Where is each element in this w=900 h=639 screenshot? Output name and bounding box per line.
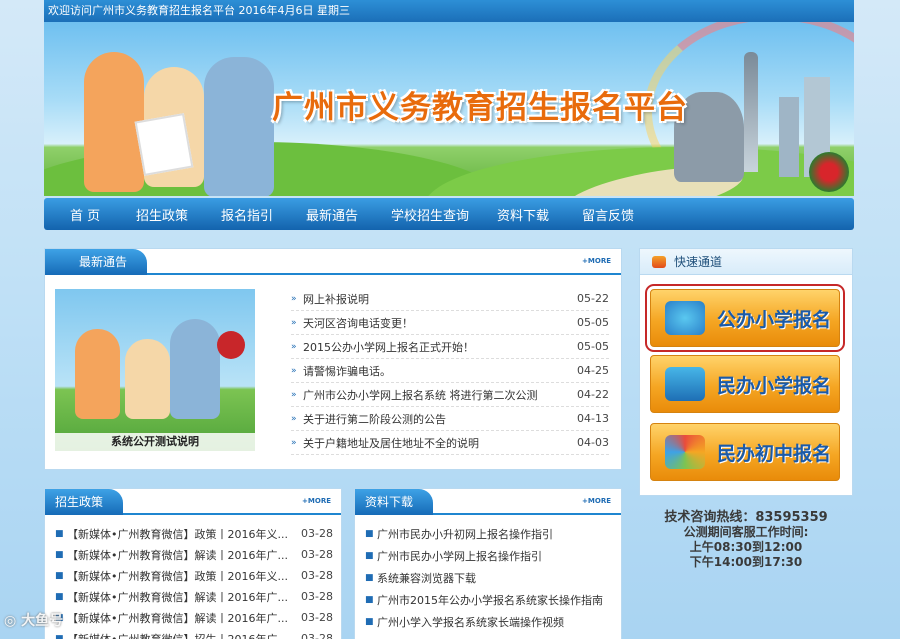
list-item[interactable]: ■ 广州市2015年公办小学报名系统家长操作指南 <box>365 589 613 611</box>
policy-list: ■ 【新媒体•广州教育微信】政策丨2016年义... 03-28 ■ 【新媒体•广州教… <box>55 523 333 639</box>
nav-item-home[interactable]: 首 页 <box>44 205 110 224</box>
image-figure-father <box>170 319 220 419</box>
policy-panel-header: 招生政策 +MORE <box>45 489 341 515</box>
news-panel-title: 最新通告 <box>45 249 148 275</box>
list-item[interactable]: ■ 【新媒体•广州教育微信】解读丨2016年广... 03-28 <box>55 607 333 628</box>
news-panel-header: 最新通告 +MORE <box>45 249 621 275</box>
list-item[interactable]: » 2015公办小学网上报名正式开始！ 05-05 <box>291 335 609 359</box>
image-figure-mother <box>75 329 120 419</box>
bullet-icon: » <box>291 437 297 448</box>
list-item[interactable]: ■ 【新媒体•广州教育微信】招生丨2016年广... 03-28 <box>55 628 333 639</box>
site-title: 广州市义务教育招生报名平台 <box>272 90 688 126</box>
square-bullet-icon: ■ <box>55 570 64 581</box>
private-middle-registration-button[interactable]: 民办初中报名 <box>650 423 840 481</box>
book-icon <box>665 367 705 401</box>
bullet-icon: » <box>291 413 297 424</box>
welcome-text: 欢迎访问广州市义务教育招生报名平台 2016年4月6日 星期三 <box>48 4 350 17</box>
square-bullet-icon: ■ <box>55 549 64 560</box>
list-item[interactable]: ■ 广州市民办小升初网上报名操作指引 <box>365 523 613 545</box>
nav-item-notices[interactable]: 最新通告 <box>280 205 365 224</box>
quick-access-panel: 快速通道 公办小学报名 民办小学报名 民办初中报名 <box>639 248 853 496</box>
square-bullet-icon: ■ <box>365 529 374 539</box>
bullet-icon: » <box>291 341 297 352</box>
policy-panel-title: 招生政策 <box>45 489 124 515</box>
hotline-afternoon-hours: 下午14:00到17:30 <box>689 555 803 569</box>
watermark: ◎ 大鱼号 <box>4 610 63 630</box>
quick-access-header: 快速通道 <box>640 249 852 275</box>
quick-access-title: 快速通道 <box>674 255 723 269</box>
downloads-panel-header: 资料下载 +MORE <box>355 489 621 515</box>
news-image-caption[interactable]: 系统公开测试说明 <box>55 433 255 451</box>
bullet-icon: » <box>291 293 297 304</box>
hotline-number: 技术咨询热线：83595359 <box>664 510 828 525</box>
list-item[interactable]: ■ 【新媒体•广州教育微信】解读丨2016年广... 03-28 <box>55 586 333 607</box>
support-hotline: 技术咨询热线：83595359 公测期间客服工作时间: 上午08:30到12:0… <box>639 510 853 570</box>
square-bullet-icon: ■ <box>365 595 374 605</box>
nav-item-guide[interactable]: 报名指引 <box>195 205 280 224</box>
downloads-more-link[interactable]: +MORE <box>582 497 611 505</box>
list-item[interactable]: ■ 系统兼容浏览器下载 <box>365 567 613 589</box>
square-bullet-icon: ■ <box>365 573 374 583</box>
policy-panel: 招生政策 +MORE ■ 【新媒体•广州教育微信】政策丨2016年义... 03-2… <box>44 488 342 639</box>
list-item[interactable]: ■ 广州小学入学报名系统家长端操作视频 <box>365 611 613 633</box>
downloads-panel-title: 资料下载 <box>355 489 434 515</box>
nav-item-feedback[interactable]: 留言反馈 <box>556 205 641 224</box>
hotline-morning-hours: 上午08:30到12:00 <box>689 540 803 554</box>
quick-access-icon <box>652 256 666 268</box>
news-list: » 网上补报说明 05-22 » 天河区咨询电话变更！ 05-05 » 2015公办小学网… <box>291 287 609 455</box>
downloads-list: ■ 广州市民办小升初网上报名操作指引 ■ 广州市民办小学网上报名操作指引 ■ 系统兼容… <box>365 523 613 633</box>
list-item[interactable]: » 关于进行第二阶段公测的公告 04-13 <box>291 407 609 431</box>
news-feature-image[interactable]: 系统公开测试说明 <box>55 289 255 451</box>
bullet-icon: » <box>291 389 297 400</box>
square-bullet-icon: ■ <box>55 528 64 539</box>
policy-more-link[interactable]: +MORE <box>302 497 331 505</box>
list-item[interactable]: ■ 【新媒体•广州教育微信】政策丨2016年义... 03-28 <box>55 523 333 544</box>
image-figure-child <box>125 339 170 419</box>
watermark-logo-icon: ◎ <box>4 613 22 629</box>
downloads-panel: 资料下载 +MORE ■ 广州市民办小升初网上报名操作指引 ■ 广州市民办小学网上报… <box>354 488 622 639</box>
nav-item-school-search[interactable]: 学校招生查询 <box>365 205 471 224</box>
list-item[interactable]: » 关于户籍地址及居住地址不全的说明 04-03 <box>291 431 609 455</box>
kapok-flowers-graphic <box>809 152 849 192</box>
news-panel: 最新通告 +MORE 系统公开测试说明 » 网上补报说明 05-22 » 天河区咨询电… <box>44 248 622 470</box>
square-bullet-icon: ■ <box>55 633 64 639</box>
main-nav: 首 页 招生政策 报名指引 最新通告 学校招生查询 资料下载 留言反馈 <box>44 198 854 230</box>
list-item[interactable]: » 广州市公办小学网上报名系统 将进行第二次公测 04-22 <box>291 383 609 407</box>
news-more-link[interactable]: +MORE <box>582 257 611 265</box>
private-primary-registration-button[interactable]: 民办小学报名 <box>650 355 840 413</box>
square-bullet-icon: ■ <box>55 591 64 602</box>
square-bullet-icon: ■ <box>365 551 374 561</box>
canton-tower-graphic <box>744 52 758 172</box>
cartoon-family-father <box>204 57 274 196</box>
list-item[interactable]: ■ 【新媒体•广州教育微信】解读丨2016年广... 03-28 <box>55 544 333 565</box>
colorful-leaf-icon <box>665 435 705 469</box>
nav-item-policy[interactable]: 招生政策 <box>110 205 195 224</box>
list-item[interactable]: ■ 广州市民办小学网上报名操作指引 <box>365 545 613 567</box>
nav-item-downloads[interactable]: 资料下载 <box>471 205 556 224</box>
bullet-icon: » <box>291 317 297 328</box>
building-graphic <box>779 97 799 177</box>
square-bullet-icon: ■ <box>365 617 374 627</box>
education-logo-icon <box>217 331 245 359</box>
welcome-bar: 欢迎访问广州市义务教育招生报名平台 2016年4月6日 星期三 <box>44 0 854 22</box>
public-primary-registration-button[interactable]: 公办小学报名 <box>645 284 845 352</box>
list-item[interactable]: ■ 【新媒体•广州教育微信】政策丨2016年义... 03-28 <box>55 565 333 586</box>
bullet-icon: » <box>291 365 297 376</box>
header-banner: 广州市义务教育招生报名平台 <box>44 22 854 196</box>
butterfly-icon <box>665 301 705 335</box>
list-item[interactable]: » 网上补报说明 05-22 <box>291 287 609 311</box>
hotline-hours-label: 公测期间客服工作时间: <box>683 525 809 539</box>
list-item[interactable]: » 请警惕诈骗电话。 04-25 <box>291 359 609 383</box>
child-drawing-graphic <box>134 113 194 176</box>
watermark-text: 大鱼号 <box>21 613 64 629</box>
list-item[interactable]: » 天河区咨询电话变更！ 05-05 <box>291 311 609 335</box>
